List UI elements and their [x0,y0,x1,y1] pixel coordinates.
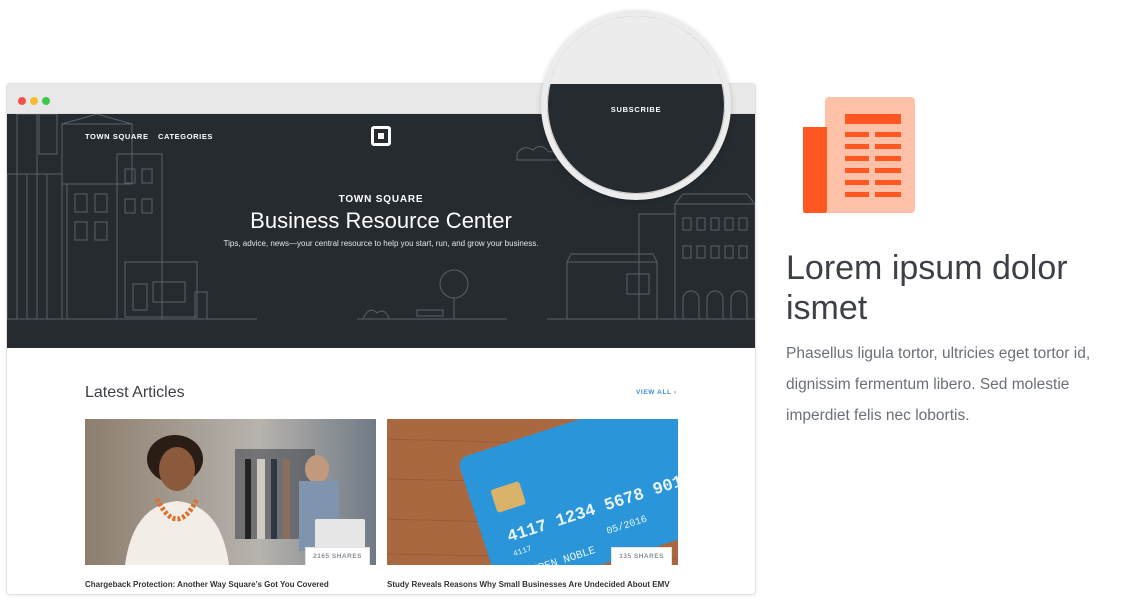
feature-description: Phasellus ligula tortor, ultricies eget … [786,345,1091,424]
maximize-dot-icon [42,97,50,105]
article-title[interactable]: Study Reveals Reasons Why Small Business… [387,580,678,589]
magnified-browser-chrome [547,16,725,84]
article-title[interactable]: Chargeback Protection: Another Way Squar… [85,580,376,589]
section-title: Latest Articles [85,384,185,401]
share-count-badge: 2165 SHARES [305,547,370,565]
shop-photo-illustration [85,419,376,565]
hero-subtitle: Tips, advice, news—your central resource… [223,239,539,248]
article-card[interactable]: 4117 1234 5678 9010 4117 05/2016 LAUREN … [387,419,678,589]
hero-title: Business Resource Center [250,208,512,233]
article-image-credit-card[interactable]: 4117 1234 5678 9010 4117 05/2016 LAUREN … [387,419,678,565]
subscribe-button[interactable]: SUBSCRIBE [547,105,725,114]
minimize-dot-icon [30,97,38,105]
latest-articles-section: Latest Articles VIEW ALL › 2165 SHARES C… [7,348,755,594]
share-count-badge: 135 SHARES [611,547,672,565]
nav-town-square-link[interactable]: TOWN SQUARE [85,132,149,141]
article-card[interactable]: 2165 SHARES Chargeback Protection: Anoth… [85,419,376,589]
magnifier-lens: SUBSCRIBE [541,10,731,200]
feature-title: Lorem ipsum dolor ismet [786,249,1068,327]
credit-card-photo-illustration: 4117 1234 5678 9010 4117 05/2016 LAUREN … [387,419,678,565]
close-dot-icon [18,97,26,105]
newspaper-icon [803,97,915,213]
view-all-link[interactable]: VIEW ALL › [636,389,677,396]
nav-categories-link[interactable]: CATEGORIES [158,132,213,141]
square-logo-icon[interactable] [371,126,391,146]
article-image-shop[interactable]: 2165 SHARES [85,419,376,565]
